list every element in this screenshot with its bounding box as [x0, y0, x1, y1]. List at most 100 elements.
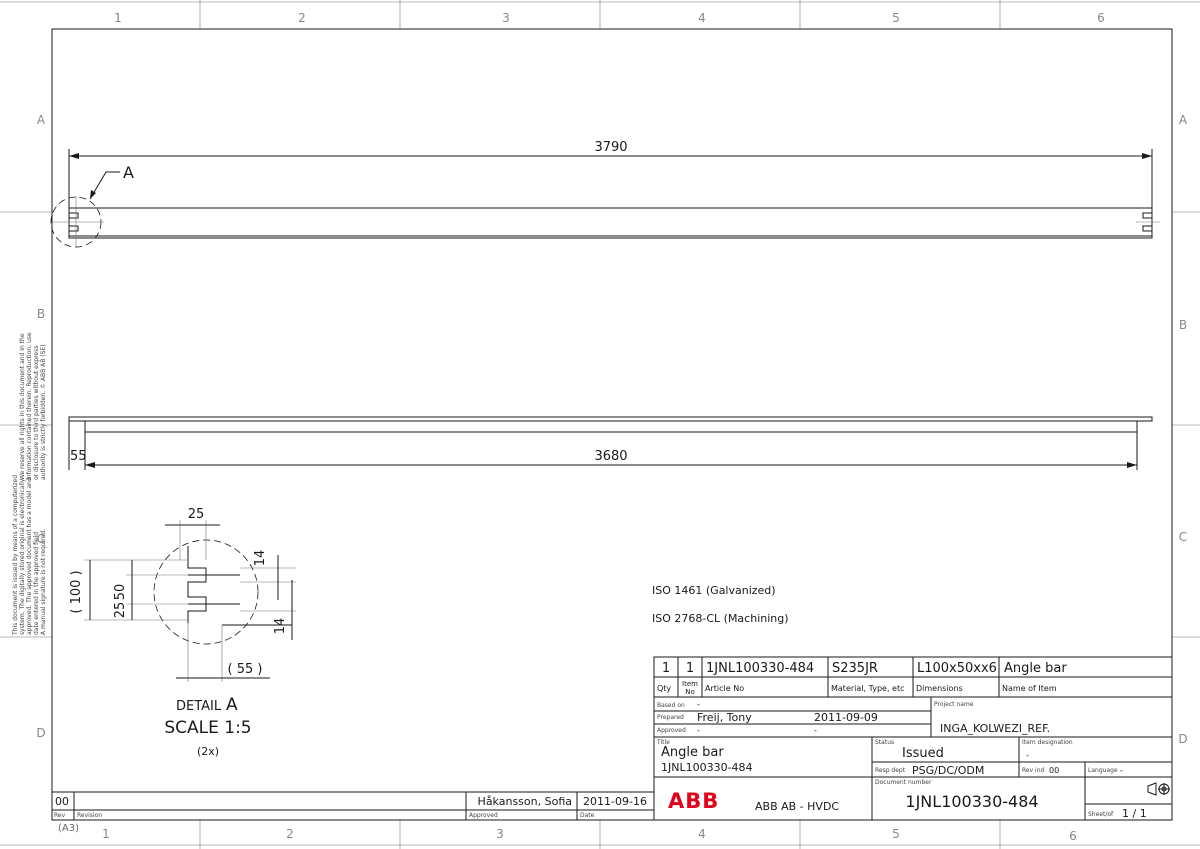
parts-header-name: Name of Item: [1002, 684, 1057, 693]
zone-row-d-left: D: [36, 726, 45, 740]
rev-label: Rev: [54, 812, 66, 819]
angle-bar-side: [68, 416, 1153, 422]
title-block: Based on - Prepared Freij, Tony 2011-09-…: [653, 696, 1173, 821]
resp-dept-label: Resp dept: [875, 767, 906, 774]
parts-name: Angle bar: [1004, 661, 1067, 676]
top-view: 3790 A: [50, 140, 1160, 248]
revision-date-label: Date: [580, 812, 595, 819]
zone-col-2-bottom: 2: [286, 827, 294, 841]
language-value: -: [1120, 766, 1123, 775]
zone-row-a-right: A: [1179, 113, 1188, 127]
detail-dim-top: 25: [188, 507, 205, 522]
revision-approved-label: Approved: [469, 812, 498, 819]
parts-material: S235JR: [832, 661, 878, 676]
parts-header-item-a: Item: [682, 680, 698, 688]
parts-dimensions: L100x50xx6: [917, 661, 997, 676]
detail-count: (2x): [197, 745, 219, 758]
detail-scale: SCALE 1:5: [164, 718, 251, 738]
zone-col-3-top: 3: [502, 11, 510, 25]
approval-note-line-1: This document is issued by means of a co…: [12, 475, 19, 636]
detail-a-view: 25 14 14 ( 100 ) 50 25 ( 55 ) DETAIL A S…: [69, 507, 296, 758]
approval-note: This document is issued by means of a co…: [12, 475, 47, 636]
revision-date: 2011-09-16: [583, 795, 647, 808]
revision-approved-by: Håkansson, Sofia: [478, 795, 572, 808]
detail-dim-left-b: 25: [113, 602, 128, 619]
detail-label: DETAIL: [176, 699, 222, 714]
sheet-label: Sheet/of: [1088, 811, 1114, 818]
zone-row-a-left: A: [37, 113, 46, 127]
rights-note-line-3: or disclosure to third parties without e…: [33, 346, 40, 480]
parts-header-dimensions: Dimensions: [916, 684, 963, 693]
note-machining: ISO 2768-CL (Machining): [652, 612, 789, 625]
zone-col-5-top: 5: [892, 11, 900, 25]
sheet-size: (A3): [58, 823, 79, 834]
zone-col-1-top: 1: [114, 11, 122, 25]
resp-dept-value: PSG/DC/ODM: [912, 764, 984, 777]
drawing-sheet: 1 2 3 4 5 6 1 2 3 4 5 6 A B C D A B C D …: [0, 0, 1200, 849]
zone-col-3-bottom: 3: [496, 827, 504, 841]
zone-col-6-top: 6: [1097, 11, 1105, 25]
status-label: Status: [875, 739, 894, 746]
angle-bar-top: [68, 207, 1153, 239]
detail-dim-bottom: ( 55 ): [228, 662, 263, 677]
parts-item-no: 1: [686, 661, 694, 676]
projection-symbol-icon: [1147, 782, 1170, 796]
zone-col-2-top: 2: [298, 11, 306, 25]
status-value: Issued: [902, 746, 944, 761]
zone-col-1-bottom: 1: [102, 827, 110, 841]
side-view: 3680 55: [68, 416, 1153, 470]
zone-row-c-right: C: [1179, 530, 1187, 544]
project-name: INGA_KOLWEZI_REF.: [940, 722, 1050, 735]
rights-note-line-2: information contained therein. Reproduct…: [26, 332, 33, 480]
parts-header-article: Article No: [705, 684, 744, 693]
detail-dim-left-total: ( 100 ): [69, 570, 84, 613]
title-line-1: Angle bar: [661, 745, 724, 760]
rights-note-line-1: We reserve all rights in this document a…: [19, 333, 26, 480]
item-designation-label: Item designation: [1022, 739, 1073, 746]
prepared-date: 2011-09-09: [814, 711, 878, 724]
approved-by: -: [697, 726, 700, 735]
sheet-value: 1 / 1: [1122, 807, 1147, 820]
approval-note-line-2: system. The digitally stored original is…: [19, 478, 26, 635]
prepared-by: Freij, Tony: [697, 711, 752, 724]
approval-note-line-3: approved. The approved document has a mo…: [26, 477, 33, 635]
parts-article-no: 1JNL100330-484: [706, 661, 814, 676]
note-galvanized: ISO 1461 (Galvanized): [652, 584, 776, 597]
prepared-label: Prepared: [657, 714, 684, 721]
bottom-offset-dim: 55: [70, 449, 87, 464]
zone-col-6-bottom: 6: [1069, 829, 1077, 843]
zone-col-4-bottom: 4: [698, 827, 706, 841]
parts-list: 1 1 1JNL100330-484 S235JR L100x50xx6 Ang…: [653, 656, 1173, 698]
detail-dim-slot: 14: [253, 550, 268, 567]
approval-note-line-5: A manual signature is not required.: [40, 529, 47, 635]
rights-note-line-4: authority is strictly forbidden. © ABB A…: [40, 344, 47, 480]
detail-callout: A: [123, 163, 134, 182]
company-name: ABB AB - HVDC: [755, 800, 839, 813]
detail-letter: A: [226, 695, 238, 715]
item-designation-value: -: [1026, 751, 1029, 760]
detail-dim-left-a: 50: [113, 584, 128, 601]
parts-header-item-b: No: [685, 688, 695, 696]
project-label: Project name: [934, 701, 974, 708]
detail-dim-bottom-right: 14: [273, 618, 288, 635]
parts-header-material: Material, Type, etc: [831, 684, 905, 693]
rights-note: We reserve all rights in this document a…: [19, 332, 47, 480]
revision-block: 00 Rev Revision Håkansson, Sofia Approve…: [51, 791, 655, 821]
document-number: 1JNL100330-484: [905, 792, 1038, 811]
zone-row-b-left: B: [37, 307, 45, 321]
rev-ind-label: Rev ind: [1022, 767, 1045, 774]
zone-row-d-right: D: [1178, 732, 1187, 746]
approved-date: -: [814, 726, 817, 735]
parts-qty: 1: [662, 661, 670, 676]
revision-label: Revision: [77, 812, 102, 819]
docnum-label: Document number: [875, 779, 932, 786]
zone-row-b-right: B: [1179, 318, 1187, 332]
based-on-value: -: [697, 700, 700, 709]
rev-value: 00: [55, 795, 69, 808]
based-on-label: Based on: [657, 702, 685, 709]
parts-header-qty: Qty: [657, 684, 671, 693]
bottom-length-dim: 3680: [594, 449, 627, 464]
abb-logo: ABB: [668, 789, 719, 813]
top-length-dim: 3790: [594, 140, 627, 155]
zone-col-5-bottom: 5: [892, 827, 900, 841]
